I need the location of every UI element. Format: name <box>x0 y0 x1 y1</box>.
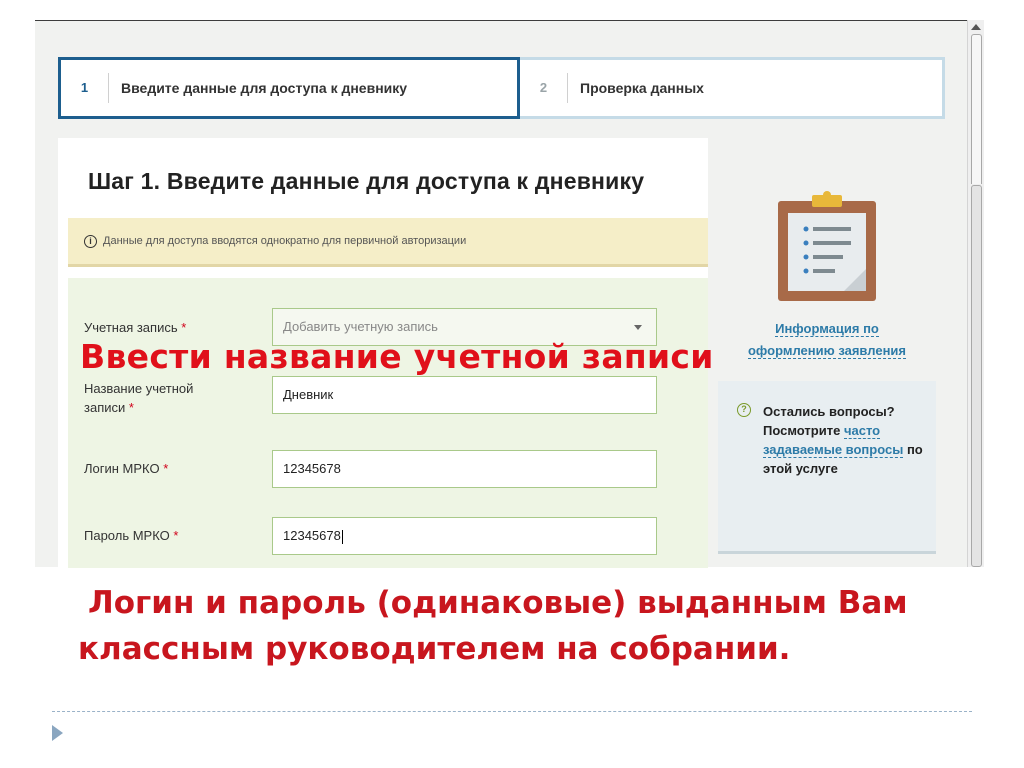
chevron-down-icon <box>634 325 642 330</box>
notice-banner: i Данные для доступа вводятся однократно… <box>68 218 708 267</box>
faq-text: Остались вопросы? Посмотрите часто задав… <box>763 404 923 476</box>
step-label: Введите данные для доступа к дневнику <box>121 80 408 96</box>
faq-box: ? Остались вопросы? Посмотрите часто зад… <box>718 381 936 554</box>
account-name-value: Дневник <box>283 387 334 402</box>
step-label: Проверка данных <box>580 80 704 96</box>
triangle-bullet-icon <box>52 725 63 741</box>
vertical-scrollbar[interactable] <box>967 20 984 567</box>
notice-text: Данные для доступа вводятся однократно д… <box>103 235 467 247</box>
login-value: 12345678 <box>283 461 341 476</box>
login-input[interactable]: 12345678 <box>272 450 657 488</box>
scrollbar-track[interactable] <box>971 34 982 184</box>
account-name-caption: Ввести название учетной записи <box>80 337 714 376</box>
account-name-label: Название учетной записи * <box>84 381 194 415</box>
step-number: 1 <box>61 73 109 103</box>
login-label: Логин МРКО * <box>84 461 169 476</box>
login-caption: Логин и пароль (одинаковые) выданным Вам… <box>78 585 908 667</box>
page-title: Шаг 1. Введите данные для доступа к днев… <box>88 168 645 194</box>
scrollbar-thumb[interactable] <box>971 185 982 567</box>
application-info-link[interactable]: Информация по оформлению заявления <box>718 318 936 362</box>
divider <box>52 711 972 712</box>
account-name-input[interactable]: Дневник <box>272 376 657 414</box>
account-label: Учетная запись * <box>84 320 187 335</box>
step-number: 2 <box>520 73 568 103</box>
account-select-value: Добавить учетную запись <box>283 319 438 334</box>
password-label: Пароль МРКО * <box>84 528 179 543</box>
info-icon: i <box>84 234 97 248</box>
step-1-tab[interactable]: 1 Введите данные для доступа к дневнику <box>58 57 520 119</box>
slide: 1 Введите данные для доступа к дневнику … <box>0 0 1024 768</box>
clipboard-icon <box>778 191 878 301</box>
password-input[interactable]: 12345678 <box>272 517 657 555</box>
question-icon: ? <box>737 403 751 417</box>
password-value: 12345678 <box>283 528 341 543</box>
form-area: Учетная запись * Добавить учетную запись… <box>68 278 708 568</box>
scroll-up-icon[interactable] <box>971 24 981 30</box>
text-cursor <box>341 529 343 544</box>
step-2-tab[interactable]: 2 Проверка данных <box>520 57 945 119</box>
